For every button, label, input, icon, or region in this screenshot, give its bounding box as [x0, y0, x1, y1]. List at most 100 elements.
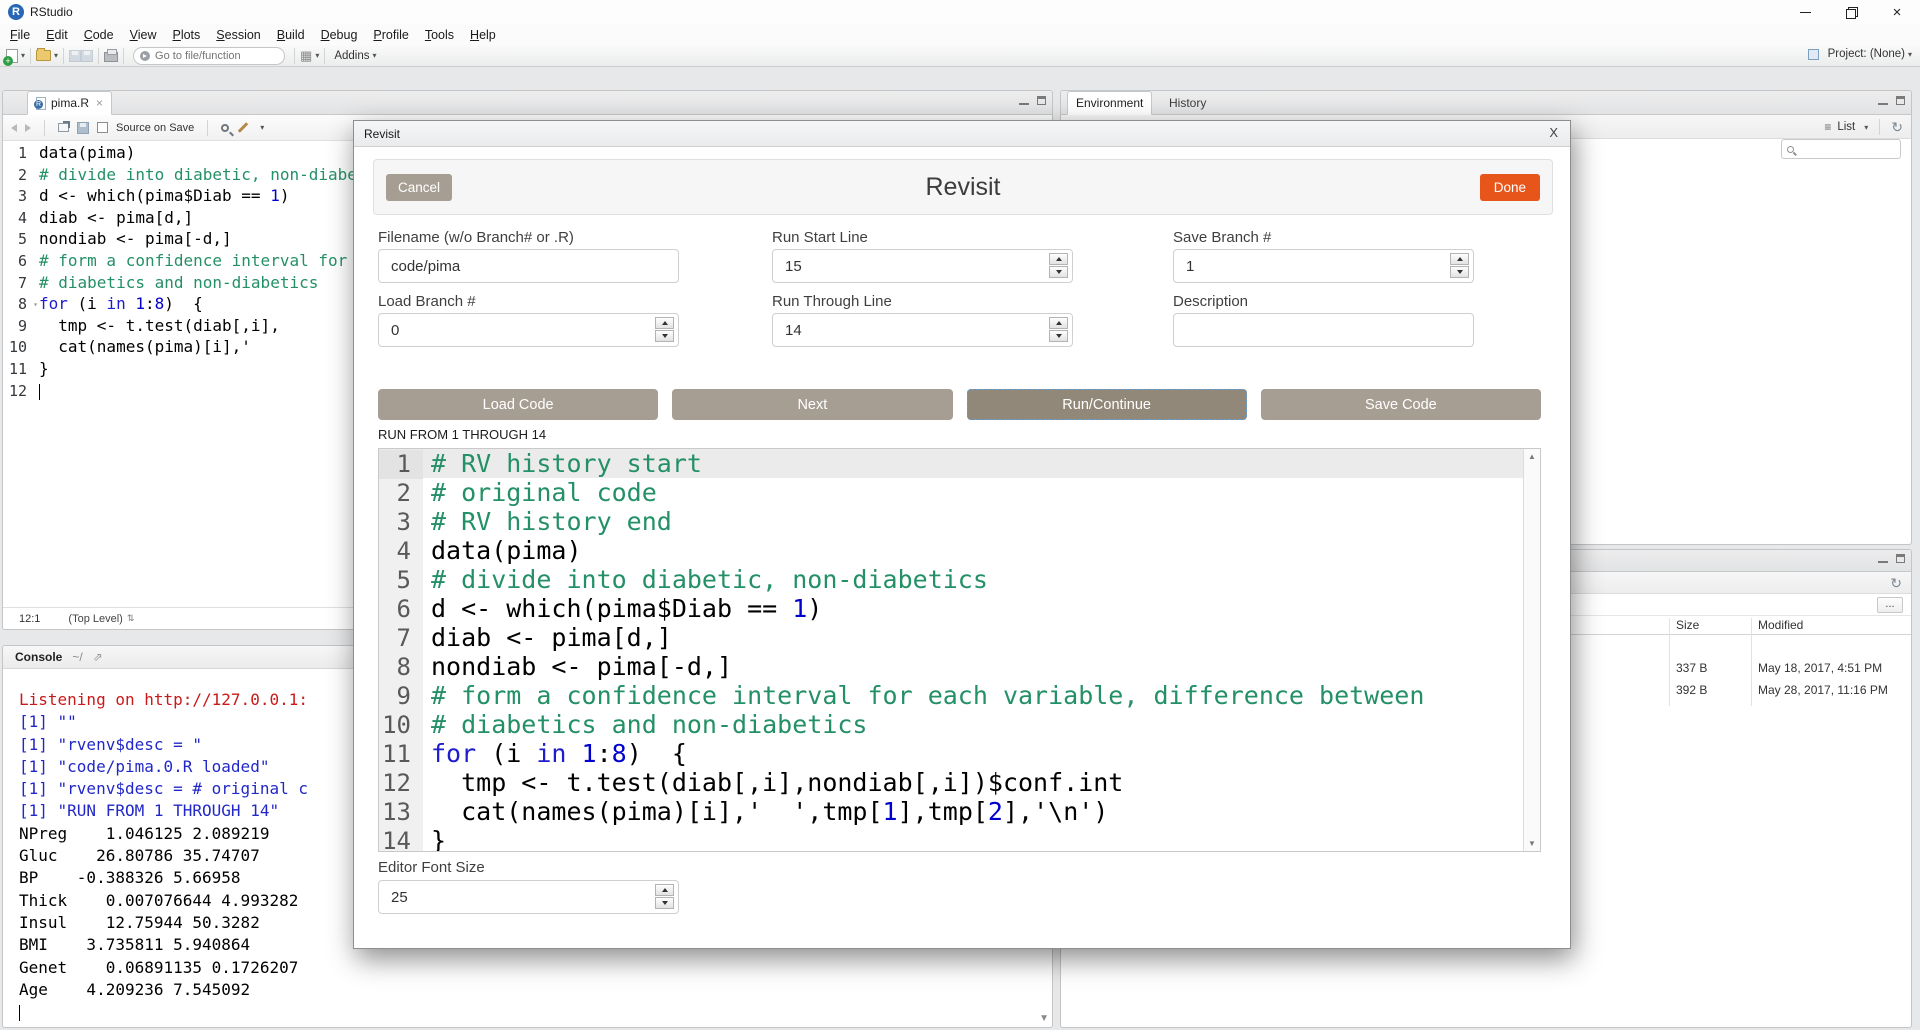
menu-view[interactable]: View	[122, 26, 165, 44]
spin-down-button[interactable]	[655, 897, 674, 909]
save-branch-stepper	[1173, 249, 1474, 283]
menu-edit[interactable]: Edit	[38, 26, 76, 44]
tab-close-icon[interactable]: ×	[96, 97, 103, 109]
dialog-close-icon[interactable]: X	[1549, 125, 1558, 140]
editor-scrollbar[interactable]: ▲ ▼	[1523, 449, 1540, 851]
spin-up-button[interactable]	[1049, 253, 1068, 265]
tab-history[interactable]: History	[1159, 91, 1216, 115]
menu-plots[interactable]: Plots	[164, 26, 208, 44]
source-on-save-checkbox[interactable]	[97, 122, 108, 133]
popout-icon[interactable]	[58, 123, 69, 132]
dialog-titlebar[interactable]: Revisit X	[354, 121, 1570, 147]
list-view-icon: ≡	[1824, 120, 1831, 134]
open-file-icon[interactable]	[36, 50, 51, 61]
scope-selector[interactable]: (Top Level)	[68, 613, 122, 625]
column-size[interactable]: Size	[1676, 618, 1699, 632]
done-button[interactable]: Done	[1480, 174, 1540, 201]
console-path[interactable]: ~/	[72, 650, 82, 664]
panes-grid-icon[interactable]: ▦	[300, 49, 312, 62]
code-line: 4data(pima)	[379, 536, 1540, 565]
dialog-header-band: Cancel Revisit Done	[373, 159, 1553, 215]
menu-help[interactable]: Help	[462, 26, 504, 44]
menu-file[interactable]: File	[2, 26, 38, 44]
refresh-icon[interactable]: ↻	[1891, 120, 1903, 134]
filename-label: Filename (w/o Branch# or .R)	[378, 229, 574, 246]
scroll-down-icon[interactable]: ▼	[1528, 839, 1536, 848]
load-branch-field[interactable]	[378, 313, 679, 347]
menu-profile[interactable]: Profile	[365, 26, 416, 44]
menu-session[interactable]: Session	[208, 26, 268, 44]
filename-field[interactable]	[378, 249, 679, 283]
load-code-button[interactable]: Load Code	[378, 389, 658, 420]
spin-down-button[interactable]	[1450, 266, 1469, 278]
spin-down-button[interactable]	[1049, 330, 1068, 342]
run-continue-button[interactable]: Run/Continue	[967, 389, 1247, 420]
new-file-caret-icon[interactable]: ▾	[21, 51, 25, 60]
pane-minimize-icon[interactable]	[1019, 97, 1029, 105]
code-tools-wand-icon[interactable]	[238, 122, 249, 133]
menu-build[interactable]: Build	[269, 26, 313, 44]
run-through-line-field[interactable]	[772, 313, 1073, 347]
save-icon[interactable]	[69, 50, 81, 62]
console-popout-icon[interactable]: ⇗	[93, 650, 103, 664]
code-line: 3# RV history end	[379, 507, 1540, 536]
print-icon[interactable]	[104, 52, 118, 62]
editor-font-size-field[interactable]	[378, 880, 679, 914]
menu-bar: File Edit Code View Plots Session Build …	[0, 24, 1920, 45]
dialog-code-editor[interactable]: 1# RV history start2# original code3# RV…	[378, 448, 1541, 852]
code-line: 6d <- which(pima$Diab == 1)	[379, 594, 1540, 623]
save-branch-field[interactable]	[1173, 249, 1474, 283]
environment-search-box[interactable]	[1781, 139, 1901, 159]
column-modified[interactable]: Modified	[1758, 618, 1803, 632]
spin-up-button[interactable]	[655, 884, 674, 896]
panes-grid-caret-icon[interactable]: ▾	[315, 51, 319, 60]
minimize-button[interactable]	[1782, 0, 1828, 24]
load-branch-label: Load Branch #	[378, 293, 476, 310]
menu-debug[interactable]: Debug	[313, 26, 366, 44]
spin-up-button[interactable]	[1450, 253, 1469, 265]
addins-caret-icon[interactable]: ▾	[373, 51, 377, 60]
pane-maximize-icon[interactable]	[1896, 554, 1905, 563]
more-path-button[interactable]: ...	[1877, 597, 1903, 613]
pane-maximize-icon[interactable]	[1896, 96, 1905, 105]
list-view-caret-icon[interactable]: ▾	[1864, 123, 1868, 132]
list-view-button[interactable]: List	[1837, 121, 1855, 133]
next-button[interactable]: Next	[672, 389, 952, 420]
refresh-icon[interactable]: ↻	[1890, 576, 1902, 590]
scroll-up-icon[interactable]: ▲	[1528, 452, 1536, 461]
console-scroll-down-icon[interactable]: ▼	[1039, 1013, 1049, 1024]
run-start-line-label: Run Start Line	[772, 229, 868, 246]
goto-file-box[interactable]	[133, 47, 285, 65]
close-button[interactable]: ×	[1874, 0, 1920, 24]
menu-tools[interactable]: Tools	[417, 26, 462, 44]
pane-minimize-icon[interactable]	[1878, 555, 1888, 563]
restore-button[interactable]	[1828, 0, 1874, 24]
description-field[interactable]	[1173, 313, 1474, 347]
cancel-button[interactable]: Cancel	[386, 174, 452, 201]
pane-minimize-icon[interactable]	[1878, 97, 1888, 105]
back-icon[interactable]	[11, 124, 17, 132]
menu-code[interactable]: Code	[76, 26, 122, 44]
forward-icon[interactable]	[25, 124, 31, 132]
revisit-dialog: Revisit X Cancel Revisit Done Filename (…	[353, 120, 1571, 949]
open-file-caret-icon[interactable]: ▾	[54, 51, 58, 60]
scope-arrows-icon: ⇅	[127, 613, 135, 624]
run-start-line-field[interactable]	[772, 249, 1073, 283]
project-selector[interactable]: Project: (None) ▾	[1808, 48, 1912, 60]
addins-button[interactable]: Addins	[334, 50, 369, 62]
spin-up-button[interactable]	[655, 317, 674, 329]
tab-environment[interactable]: Environment	[1067, 91, 1152, 115]
save-source-icon[interactable]	[77, 122, 89, 134]
pane-maximize-icon[interactable]	[1037, 96, 1046, 105]
new-file-icon[interactable]	[6, 49, 18, 63]
code-line: 8nondiab <- pima[-d,]	[379, 652, 1540, 681]
tab-pima-r[interactable]: pima.R ×	[27, 91, 112, 115]
spin-down-button[interactable]	[655, 330, 674, 342]
goto-file-input[interactable]	[155, 50, 275, 62]
save-code-button[interactable]: Save Code	[1261, 389, 1541, 420]
spin-down-button[interactable]	[1049, 266, 1068, 278]
find-icon[interactable]	[221, 124, 229, 132]
save-all-icon[interactable]	[81, 50, 93, 62]
spin-up-button[interactable]	[1049, 317, 1068, 329]
code-tools-caret-icon[interactable]: ▾	[260, 123, 264, 132]
